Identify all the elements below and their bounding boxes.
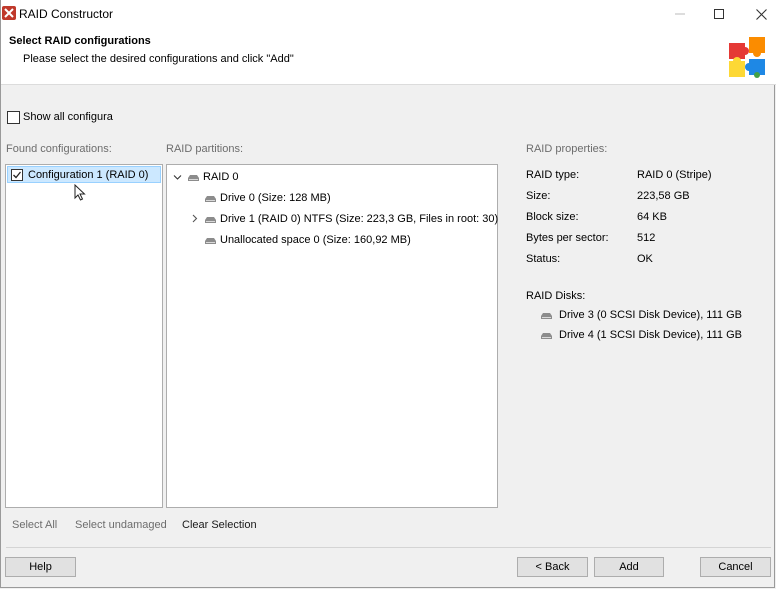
- maximize-button[interactable]: [697, 0, 741, 28]
- list-item-configuration-1[interactable]: Configuration 1 (RAID 0): [7, 166, 161, 183]
- page-title: Select RAID configurations: [9, 35, 151, 47]
- close-icon: [755, 8, 767, 20]
- property-value-bytes-per-sector: 512: [637, 232, 656, 244]
- disk-icon: [205, 238, 216, 244]
- disk-icon: [541, 333, 552, 339]
- maximize-icon: [714, 9, 724, 19]
- property-key-raid-type: RAID type:: [526, 169, 580, 181]
- property-key-status: Status:: [526, 253, 561, 265]
- raid-properties-label: RAID properties:: [526, 143, 608, 155]
- property-key-bytes-per-sector: Bytes per sector:: [526, 232, 609, 244]
- property-value-block-size: 64 KB: [637, 211, 667, 223]
- tree-item-drive-0[interactable]: Drive 0 (Size: 128 MB): [220, 192, 331, 204]
- property-value-status: OK: [637, 253, 653, 265]
- add-button[interactable]: Add: [594, 557, 664, 577]
- clear-selection-link[interactable]: Clear Selection: [182, 519, 257, 531]
- show-all-checkbox[interactable]: [7, 111, 20, 124]
- disk-icon: [205, 196, 216, 202]
- found-configurations-label: Found configurations:: [6, 143, 112, 155]
- back-button[interactable]: < Back: [517, 557, 588, 577]
- minimize-icon: [675, 13, 685, 15]
- close-button[interactable]: [739, 0, 776, 28]
- puzzle-icon: [729, 37, 765, 78]
- select-undamaged-link[interactable]: Select undamaged: [75, 519, 167, 531]
- cancel-button[interactable]: Cancel: [700, 557, 771, 577]
- property-value-raid-type: RAID 0 (Stripe): [637, 169, 712, 181]
- tree-item-drive-1[interactable]: Drive 1 (RAID 0) NTFS (Size: 223,3 GB, F…: [220, 213, 498, 225]
- window-title: RAID Constructor: [19, 7, 114, 21]
- minimize-button[interactable]: [658, 0, 702, 28]
- raid-partitions-tree[interactable]: RAID 0 Drive 0 (Size: 128 MB) Drive 1 (R…: [166, 164, 498, 508]
- help-button[interactable]: Help: [5, 557, 76, 577]
- raid-disk-item: Drive 4 (1 SCSI Disk Device), 111 GB: [559, 329, 742, 341]
- raid-partitions-label: RAID partitions:: [166, 143, 244, 155]
- property-value-size: 223,58 GB: [637, 190, 690, 202]
- configuration-label: Configuration 1 (RAID 0): [28, 169, 149, 181]
- disk-icon: [541, 313, 552, 319]
- show-all-label: Show all configura: [23, 111, 113, 123]
- page-subtitle: Please select the desired configurations…: [23, 53, 294, 65]
- raid-disk-item: Drive 3 (0 SCSI Disk Device), 111 GB: [559, 309, 742, 321]
- property-key-block-size: Block size:: [526, 211, 579, 223]
- configuration-checkbox[interactable]: [11, 169, 23, 181]
- select-all-link[interactable]: Select All: [12, 519, 57, 531]
- property-key-size: Size:: [526, 190, 551, 202]
- footer-divider: [6, 547, 771, 548]
- raid-constructor-window: RAID Constructor Select RAID configurati…: [0, 0, 776, 588]
- app-icon: [2, 6, 16, 20]
- checkmark-icon: [13, 171, 22, 179]
- tree-item-unallocated[interactable]: Unallocated space 0 (Size: 160,92 MB): [220, 234, 411, 246]
- raid-disks-label: RAID Disks:: [526, 290, 586, 302]
- title-bar: RAID Constructor: [1, 0, 776, 28]
- chevron-right-icon[interactable]: [190, 214, 199, 223]
- wizard-header: Select RAID configurations Please select…: [1, 28, 776, 85]
- tree-item-raid-root[interactable]: RAID 0: [203, 171, 238, 183]
- chevron-down-icon[interactable]: [173, 173, 182, 182]
- mouse-cursor-icon: [74, 184, 86, 201]
- found-configurations-list[interactable]: Configuration 1 (RAID 0): [5, 164, 163, 508]
- disk-icon: [188, 175, 199, 181]
- disk-icon: [205, 217, 216, 223]
